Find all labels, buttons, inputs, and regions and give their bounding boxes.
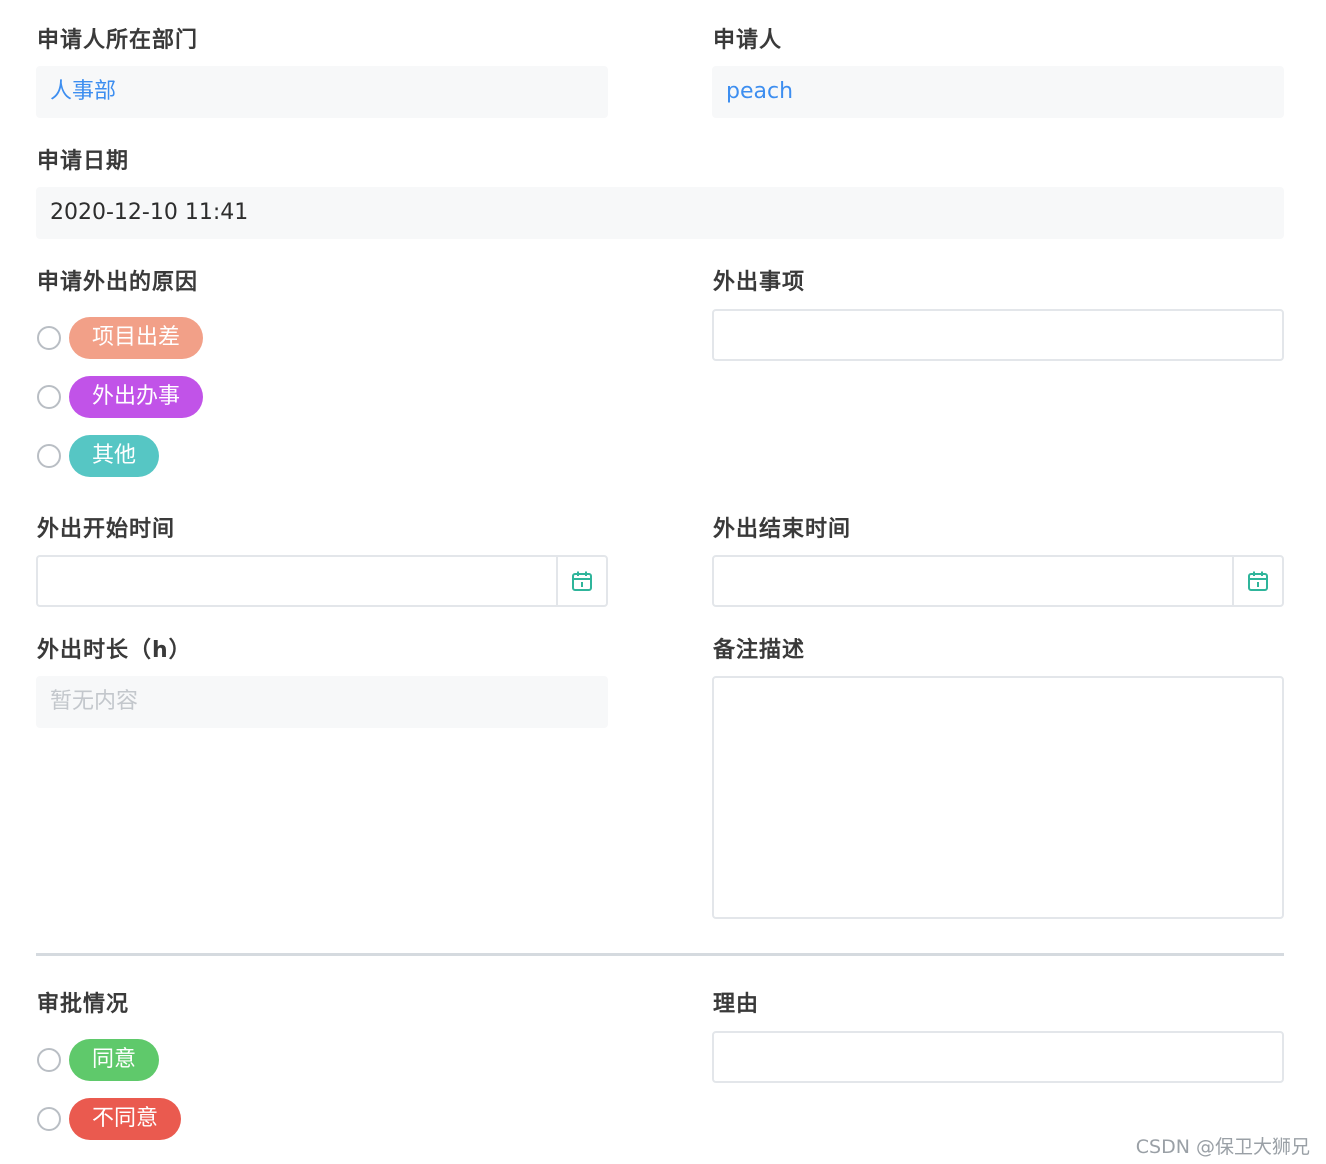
calendar-icon: [572, 571, 592, 591]
end-time-label: 外出结束时间: [713, 517, 852, 542]
start-time-calendar-button[interactable]: [556, 557, 606, 605]
reason-tag[interactable]: 项目出差: [69, 317, 204, 359]
matter-input[interactable]: [712, 309, 1284, 361]
approval-tag[interactable]: 不同意: [69, 1098, 182, 1140]
reason-option-errand[interactable]: 外出办事: [36, 376, 204, 418]
approval-option-agree[interactable]: 同意: [36, 1039, 160, 1081]
calendar-icon: [1248, 571, 1268, 591]
approval-label: 审批情况: [37, 992, 130, 1017]
reason-option-other[interactable]: 其他: [36, 435, 160, 477]
applicant-value: peach: [712, 66, 1284, 118]
end-time-calendar-button[interactable]: [1232, 557, 1282, 605]
start-time-label: 外出开始时间: [37, 517, 176, 542]
end-time-input[interactable]: [712, 555, 1284, 607]
department-value: 人事部: [36, 66, 608, 118]
radio-button[interactable]: [37, 444, 61, 468]
reason-tag[interactable]: 其他: [69, 435, 160, 477]
reason-option-project-trip[interactable]: 项目出差: [36, 317, 204, 359]
apply-date-label: 申请日期: [37, 149, 130, 174]
radio-button[interactable]: [37, 326, 61, 350]
matter-label: 外出事项: [713, 270, 806, 295]
apply-date-value: 2020-12-10 11:41: [36, 187, 1284, 239]
watermark: CSDN @保卫大狮兄: [1135, 1136, 1310, 1158]
section-divider: [36, 953, 1284, 956]
justification-label: 理由: [713, 992, 760, 1017]
department-label: 申请人所在部门: [37, 28, 199, 53]
radio-button[interactable]: [37, 385, 61, 409]
radio-button[interactable]: [37, 1107, 61, 1131]
start-time-input[interactable]: [36, 555, 608, 607]
reason-tag[interactable]: 外出办事: [69, 376, 204, 418]
remarks-label: 备注描述: [713, 638, 806, 663]
applicant-label: 申请人: [713, 28, 783, 53]
justification-input[interactable]: [712, 1031, 1284, 1083]
duration-value: 暂无内容: [36, 676, 608, 728]
approval-tag[interactable]: 同意: [69, 1039, 160, 1081]
reason-label: 申请外出的原因: [37, 270, 199, 295]
approval-option-disagree[interactable]: 不同意: [36, 1098, 182, 1140]
remarks-textarea[interactable]: [712, 676, 1284, 919]
radio-button[interactable]: [37, 1048, 61, 1072]
duration-label: 外出时长（h）: [37, 638, 192, 663]
